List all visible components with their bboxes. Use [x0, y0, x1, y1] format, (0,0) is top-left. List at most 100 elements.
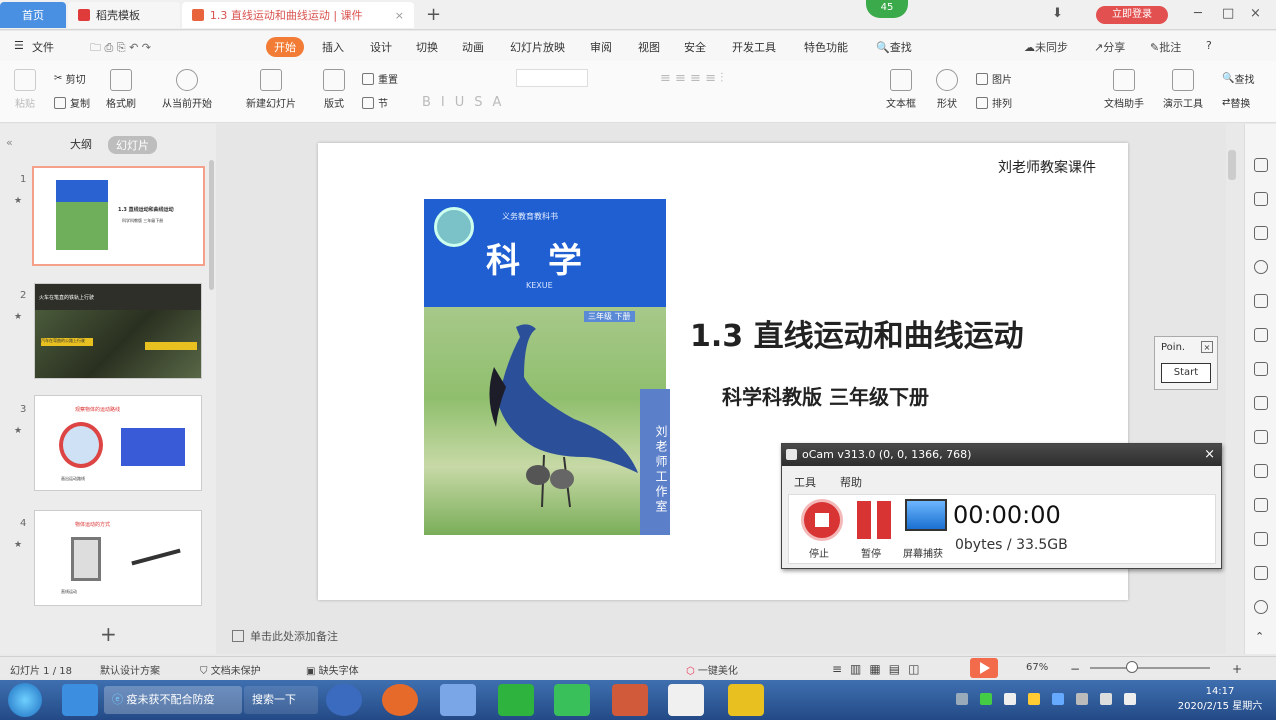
- menu-transitions[interactable]: 切换: [416, 39, 438, 55]
- help-button[interactable]: ?: [1206, 39, 1212, 52]
- menu-hamburger-icon[interactable]: ☰: [14, 39, 24, 52]
- slide-thumb-2[interactable]: 火车在笔直的铁轨上行驶 汽车在弯曲的公路上行驶: [34, 283, 202, 379]
- k-app-icon[interactable]: [326, 684, 362, 716]
- collapse-panel-icon[interactable]: «: [6, 136, 13, 149]
- zoom-in-icon[interactable]: +: [1232, 662, 1242, 676]
- menu-file[interactable]: 文件: [32, 39, 54, 55]
- notification-badge[interactable]: 45: [866, 0, 908, 18]
- protect-status[interactable]: ⛉ 文档未保护: [200, 662, 261, 677]
- section-button[interactable]: 节: [362, 95, 388, 110]
- font-color-button[interactable]: A: [493, 95, 512, 110]
- download-icon[interactable]: ⬇: [1052, 6, 1063, 21]
- format-painter-button[interactable]: 格式刷: [104, 69, 138, 110]
- pause-icon[interactable]: [855, 501, 893, 539]
- comment-button[interactable]: ✎批注: [1150, 39, 1181, 55]
- tab-document[interactable]: 1.3 直线运动和曲线运动 | 课件 ×: [182, 2, 414, 28]
- table-icon[interactable]: [1254, 328, 1268, 342]
- pointer-close-icon[interactable]: ×: [1201, 341, 1213, 353]
- taskbar-ie-window[interactable]: ⓔ 疫未获不配合防疫: [104, 686, 242, 714]
- flow-app-icon[interactable]: [728, 684, 764, 716]
- bold-button[interactable]: B: [422, 95, 441, 110]
- zoom-slider-handle[interactable]: [1126, 661, 1138, 673]
- pointer-start-button[interactable]: Start: [1161, 363, 1211, 383]
- presentation-tools-button[interactable]: 演示工具: [1156, 69, 1210, 110]
- maximize-icon[interactable]: □: [1222, 6, 1234, 21]
- menu-design[interactable]: 设计: [370, 39, 392, 55]
- cut-button[interactable]: ✂ 剪切: [54, 71, 86, 86]
- shapes-button[interactable]: 形状: [932, 69, 962, 110]
- sync-status[interactable]: ☁未同步: [1024, 39, 1068, 55]
- beautify-button[interactable]: ⬡ 一键美化: [686, 662, 738, 677]
- from-current-button[interactable]: 从当前开始: [158, 69, 216, 110]
- tray-app-icon[interactable]: [980, 693, 992, 705]
- mail-icon[interactable]: [440, 684, 476, 716]
- paste-button[interactable]: 粘贴: [12, 69, 38, 110]
- slide-title[interactable]: 1.3 直线运动和曲线运动: [690, 311, 1024, 355]
- menu-insert[interactable]: 插入: [322, 39, 344, 55]
- layers-icon[interactable]: [1254, 566, 1268, 580]
- menu-review[interactable]: 审阅: [590, 39, 612, 55]
- zoom-out-icon[interactable]: −: [1070, 662, 1080, 676]
- image-button[interactable]: 图片: [976, 71, 1012, 86]
- ocam-title-bar[interactable]: oCam v313.0 (0, 0, 1366, 768) ×: [782, 444, 1221, 466]
- add-slide-button[interactable]: +: [100, 622, 117, 646]
- play-slideshow-icon[interactable]: [970, 658, 998, 678]
- menu-animation[interactable]: 动画: [462, 39, 484, 55]
- taskbar-search-window[interactable]: 搜索一下: [244, 686, 318, 714]
- ocam-menu-tools[interactable]: 工具: [794, 474, 816, 490]
- animation-icon[interactable]: [1254, 192, 1268, 206]
- menu-search[interactable]: 🔍查找: [876, 39, 912, 55]
- menu-slideshow[interactable]: 幻灯片放映: [510, 39, 565, 55]
- tab-outline[interactable]: 大纲: [70, 136, 92, 152]
- tab-slides[interactable]: 幻灯片: [108, 136, 157, 154]
- theme-name[interactable]: 默认设计方案: [100, 662, 160, 677]
- share-button[interactable]: ↗分享: [1094, 39, 1125, 55]
- reset-button[interactable]: 重置: [362, 71, 398, 86]
- menu-view[interactable]: 视图: [638, 39, 660, 55]
- strike-button[interactable]: S: [474, 95, 492, 110]
- menu-home[interactable]: 开始: [266, 37, 304, 57]
- tab-docer[interactable]: 稻壳模板: [68, 2, 180, 28]
- zoom-slider-track[interactable]: [1090, 667, 1210, 669]
- tab-home[interactable]: 首页: [0, 2, 66, 28]
- font-size-select[interactable]: [516, 69, 588, 87]
- replace-button[interactable]: ⇄ 替换: [1222, 95, 1250, 110]
- paragraph-icons[interactable]: ≡ ≡ ≡ ≡ ⫶: [660, 71, 723, 86]
- location-icon[interactable]: [1254, 260, 1268, 274]
- arrange-button[interactable]: 排列: [976, 95, 1012, 110]
- font-missing-status[interactable]: ▣ 缺失字体: [306, 662, 359, 677]
- italic-button[interactable]: I: [441, 95, 455, 110]
- tray-monitor-icon[interactable]: [1100, 693, 1112, 705]
- menu-developer[interactable]: 开发工具: [732, 39, 776, 55]
- document-icon[interactable]: [1254, 464, 1268, 478]
- textbox-button[interactable]: 文本框: [880, 69, 922, 110]
- monitor-icon[interactable]: [905, 499, 947, 531]
- slide-thumb-1[interactable]: 1.3 直线运动和曲线运动 科学科教版 三年级下册: [32, 166, 205, 266]
- tray-flag-icon[interactable]: [1076, 693, 1088, 705]
- grid-icon[interactable]: [1254, 362, 1268, 376]
- minimize-icon[interactable]: ─: [1194, 6, 1202, 21]
- wps-presentation-icon[interactable]: [668, 684, 704, 716]
- export-icon[interactable]: [1254, 498, 1268, 512]
- stop-record-icon[interactable]: [801, 499, 843, 541]
- copy-button[interactable]: 复制: [54, 95, 90, 110]
- slide-subtitle[interactable]: 科学科教版 三年级下册: [722, 381, 929, 410]
- view-mode-icons[interactable]: ≡▥▦▤◫: [832, 662, 927, 676]
- tray-shield-icon[interactable]: [1004, 693, 1016, 705]
- login-button[interactable]: 立即登录: [1096, 6, 1168, 24]
- windows-start-icon[interactable]: [8, 683, 42, 717]
- wps-icon[interactable]: [612, 684, 648, 716]
- underline-button[interactable]: U: [455, 95, 475, 110]
- ocam-menu-help[interactable]: 帮助: [840, 474, 862, 490]
- document-assistant-button[interactable]: 文档助手: [1100, 69, 1148, 110]
- new-slide-button[interactable]: 新建幻灯片: [240, 69, 302, 110]
- zoom-level[interactable]: 67%: [1026, 662, 1048, 673]
- style-icon[interactable]: [1254, 158, 1268, 172]
- iqiyi-icon[interactable]: [498, 684, 534, 716]
- menu-features[interactable]: 特色功能: [804, 39, 848, 55]
- speaker-icon[interactable]: [1254, 600, 1268, 614]
- ocam-close-icon[interactable]: ×: [1204, 444, 1215, 466]
- chart-icon[interactable]: [1254, 396, 1268, 410]
- close-tab-icon[interactable]: ×: [395, 9, 404, 22]
- quick-access-icons[interactable]: 🗀 ⎙ ⎘ ↶ ↷: [90, 39, 151, 58]
